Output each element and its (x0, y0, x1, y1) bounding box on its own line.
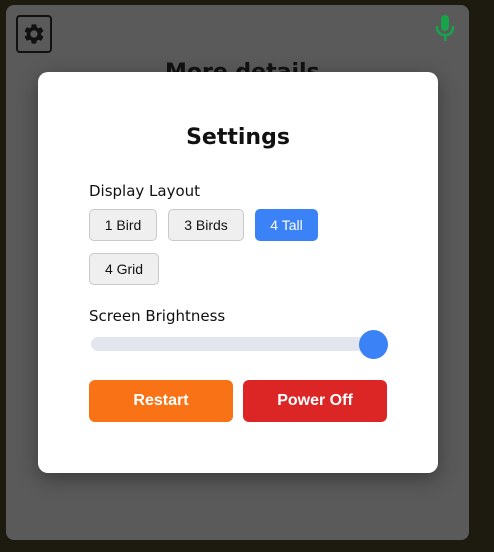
layout-option-3-birds[interactable]: 3 Birds (168, 209, 244, 241)
layout-option-4-tall[interactable]: 4 Tall (255, 209, 318, 241)
layout-option-4-grid[interactable]: 4 Grid (89, 253, 159, 285)
gear-icon (24, 24, 44, 44)
restart-button[interactable]: Restart (89, 380, 233, 422)
settings-dialog: Settings Display Layout 1 Bird 3 Birds 4… (38, 72, 438, 473)
power-off-button[interactable]: Power Off (243, 380, 387, 422)
screen-brightness-label: Screen Brightness (89, 307, 226, 325)
brightness-slider-thumb[interactable] (359, 330, 388, 359)
display-layout-label: Display Layout (89, 182, 201, 200)
microphone-icon[interactable] (434, 14, 456, 42)
settings-button[interactable] (16, 15, 52, 53)
brightness-slider[interactable] (91, 337, 387, 351)
dialog-title: Settings (186, 125, 290, 150)
layout-option-1-bird[interactable]: 1 Bird (89, 209, 157, 241)
